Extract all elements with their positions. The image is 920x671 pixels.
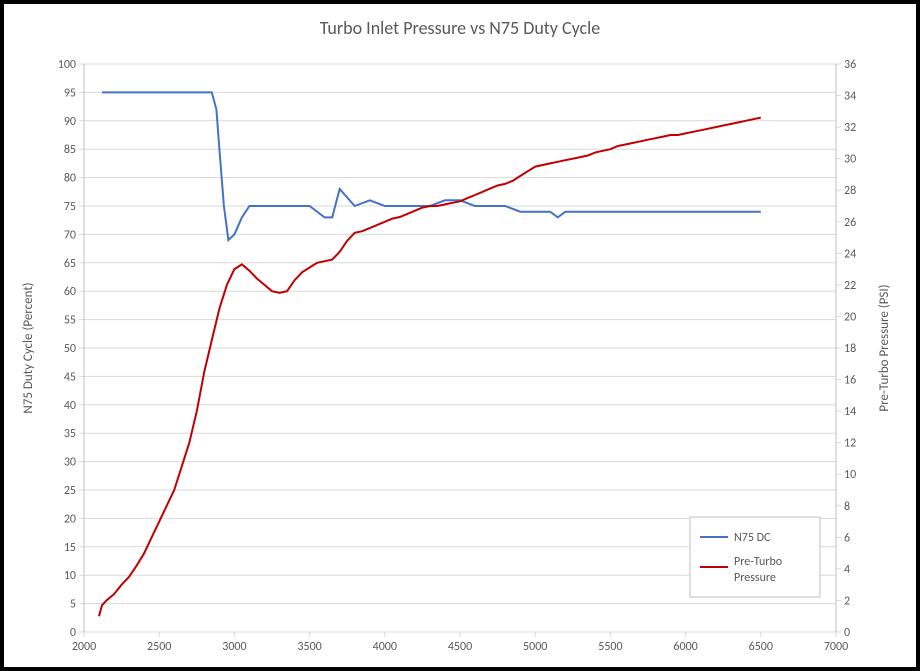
y-left-tick-label: 65 — [64, 257, 76, 271]
y-right-tick-label: 0 — [844, 626, 850, 640]
y-right-tick-label: 26 — [844, 216, 856, 230]
y-right-tick-label: 22 — [844, 279, 856, 293]
y-left-tick-label: 20 — [64, 512, 76, 526]
y-left-tick-label: 10 — [64, 569, 76, 583]
x-tick-label: 3500 — [297, 640, 321, 654]
y-left-tick-label: 70 — [64, 228, 76, 242]
y-left-tick-label: 90 — [64, 115, 76, 129]
y-left-tick-label: 15 — [64, 541, 76, 555]
y-left-tick-label: 85 — [64, 143, 76, 157]
y-right-tick-label: 4 — [844, 563, 850, 577]
y-right-tick-label: 10 — [844, 468, 856, 482]
y-right-tick-label: 6 — [844, 531, 850, 545]
y-left-axis-label: N75 Duty Cycle (Percent) — [21, 282, 36, 413]
y-left-tick-label: 35 — [64, 427, 76, 441]
y-left-tick-label: 25 — [64, 484, 76, 498]
x-tick-label: 5000 — [523, 640, 547, 654]
chart-container: Turbo Inlet Pressure vs N75 Duty Cycle20… — [0, 0, 920, 671]
series-line-pressure — [99, 118, 761, 617]
y-left-tick-label: 75 — [64, 200, 76, 214]
y-left-tick-label: 40 — [64, 399, 76, 413]
y-right-tick-label: 14 — [844, 405, 856, 419]
y-left-tick-label: 5 — [70, 598, 76, 612]
y-right-tick-label: 32 — [844, 121, 856, 135]
y-right-tick-label: 16 — [844, 374, 856, 388]
series-line-n75 — [102, 92, 761, 240]
x-tick-label: 2000 — [72, 640, 96, 654]
y-right-axis-label: Pre-Turbo Pressure (PSI) — [877, 284, 892, 411]
y-right-tick-label: 24 — [844, 247, 856, 261]
y-left-tick-label: 50 — [64, 342, 76, 356]
y-right-tick-label: 36 — [844, 58, 856, 72]
y-left-tick-label: 55 — [64, 314, 76, 328]
y-right-tick-label: 34 — [844, 90, 856, 104]
x-tick-label: 3000 — [222, 640, 246, 654]
x-tick-label: 4500 — [448, 640, 472, 654]
y-left-tick-label: 30 — [64, 456, 76, 470]
y-right-tick-label: 2 — [844, 594, 850, 608]
chart-svg: Turbo Inlet Pressure vs N75 Duty Cycle20… — [4, 4, 916, 667]
x-tick-label: 4000 — [373, 640, 397, 654]
x-tick-label: 6500 — [749, 640, 773, 654]
x-tick-label: 5500 — [598, 640, 622, 654]
y-left-tick-label: 95 — [64, 86, 76, 100]
x-tick-label: 6000 — [673, 640, 697, 654]
y-right-tick-label: 20 — [844, 310, 856, 324]
y-left-tick-label: 100 — [58, 58, 76, 72]
y-left-tick-label: 60 — [64, 285, 76, 299]
legend-label-n75: N75 DC — [734, 531, 771, 545]
y-right-tick-label: 30 — [844, 153, 856, 167]
y-right-tick-label: 12 — [844, 437, 856, 451]
legend-label-pressure-2: Pressure — [734, 571, 776, 585]
y-left-tick-label: 80 — [64, 172, 76, 186]
y-left-tick-label: 0 — [70, 626, 76, 640]
chart-title: Turbo Inlet Pressure vs N75 Duty Cycle — [320, 17, 601, 39]
legend-label-pressure-1: Pre-Turbo — [734, 555, 782, 569]
y-left-tick-label: 45 — [64, 370, 76, 384]
y-right-tick-label: 18 — [844, 342, 856, 356]
y-right-tick-label: 8 — [844, 500, 850, 514]
y-right-tick-label: 28 — [844, 184, 856, 198]
x-tick-label: 2500 — [147, 640, 171, 654]
x-tick-label: 7000 — [824, 640, 848, 654]
